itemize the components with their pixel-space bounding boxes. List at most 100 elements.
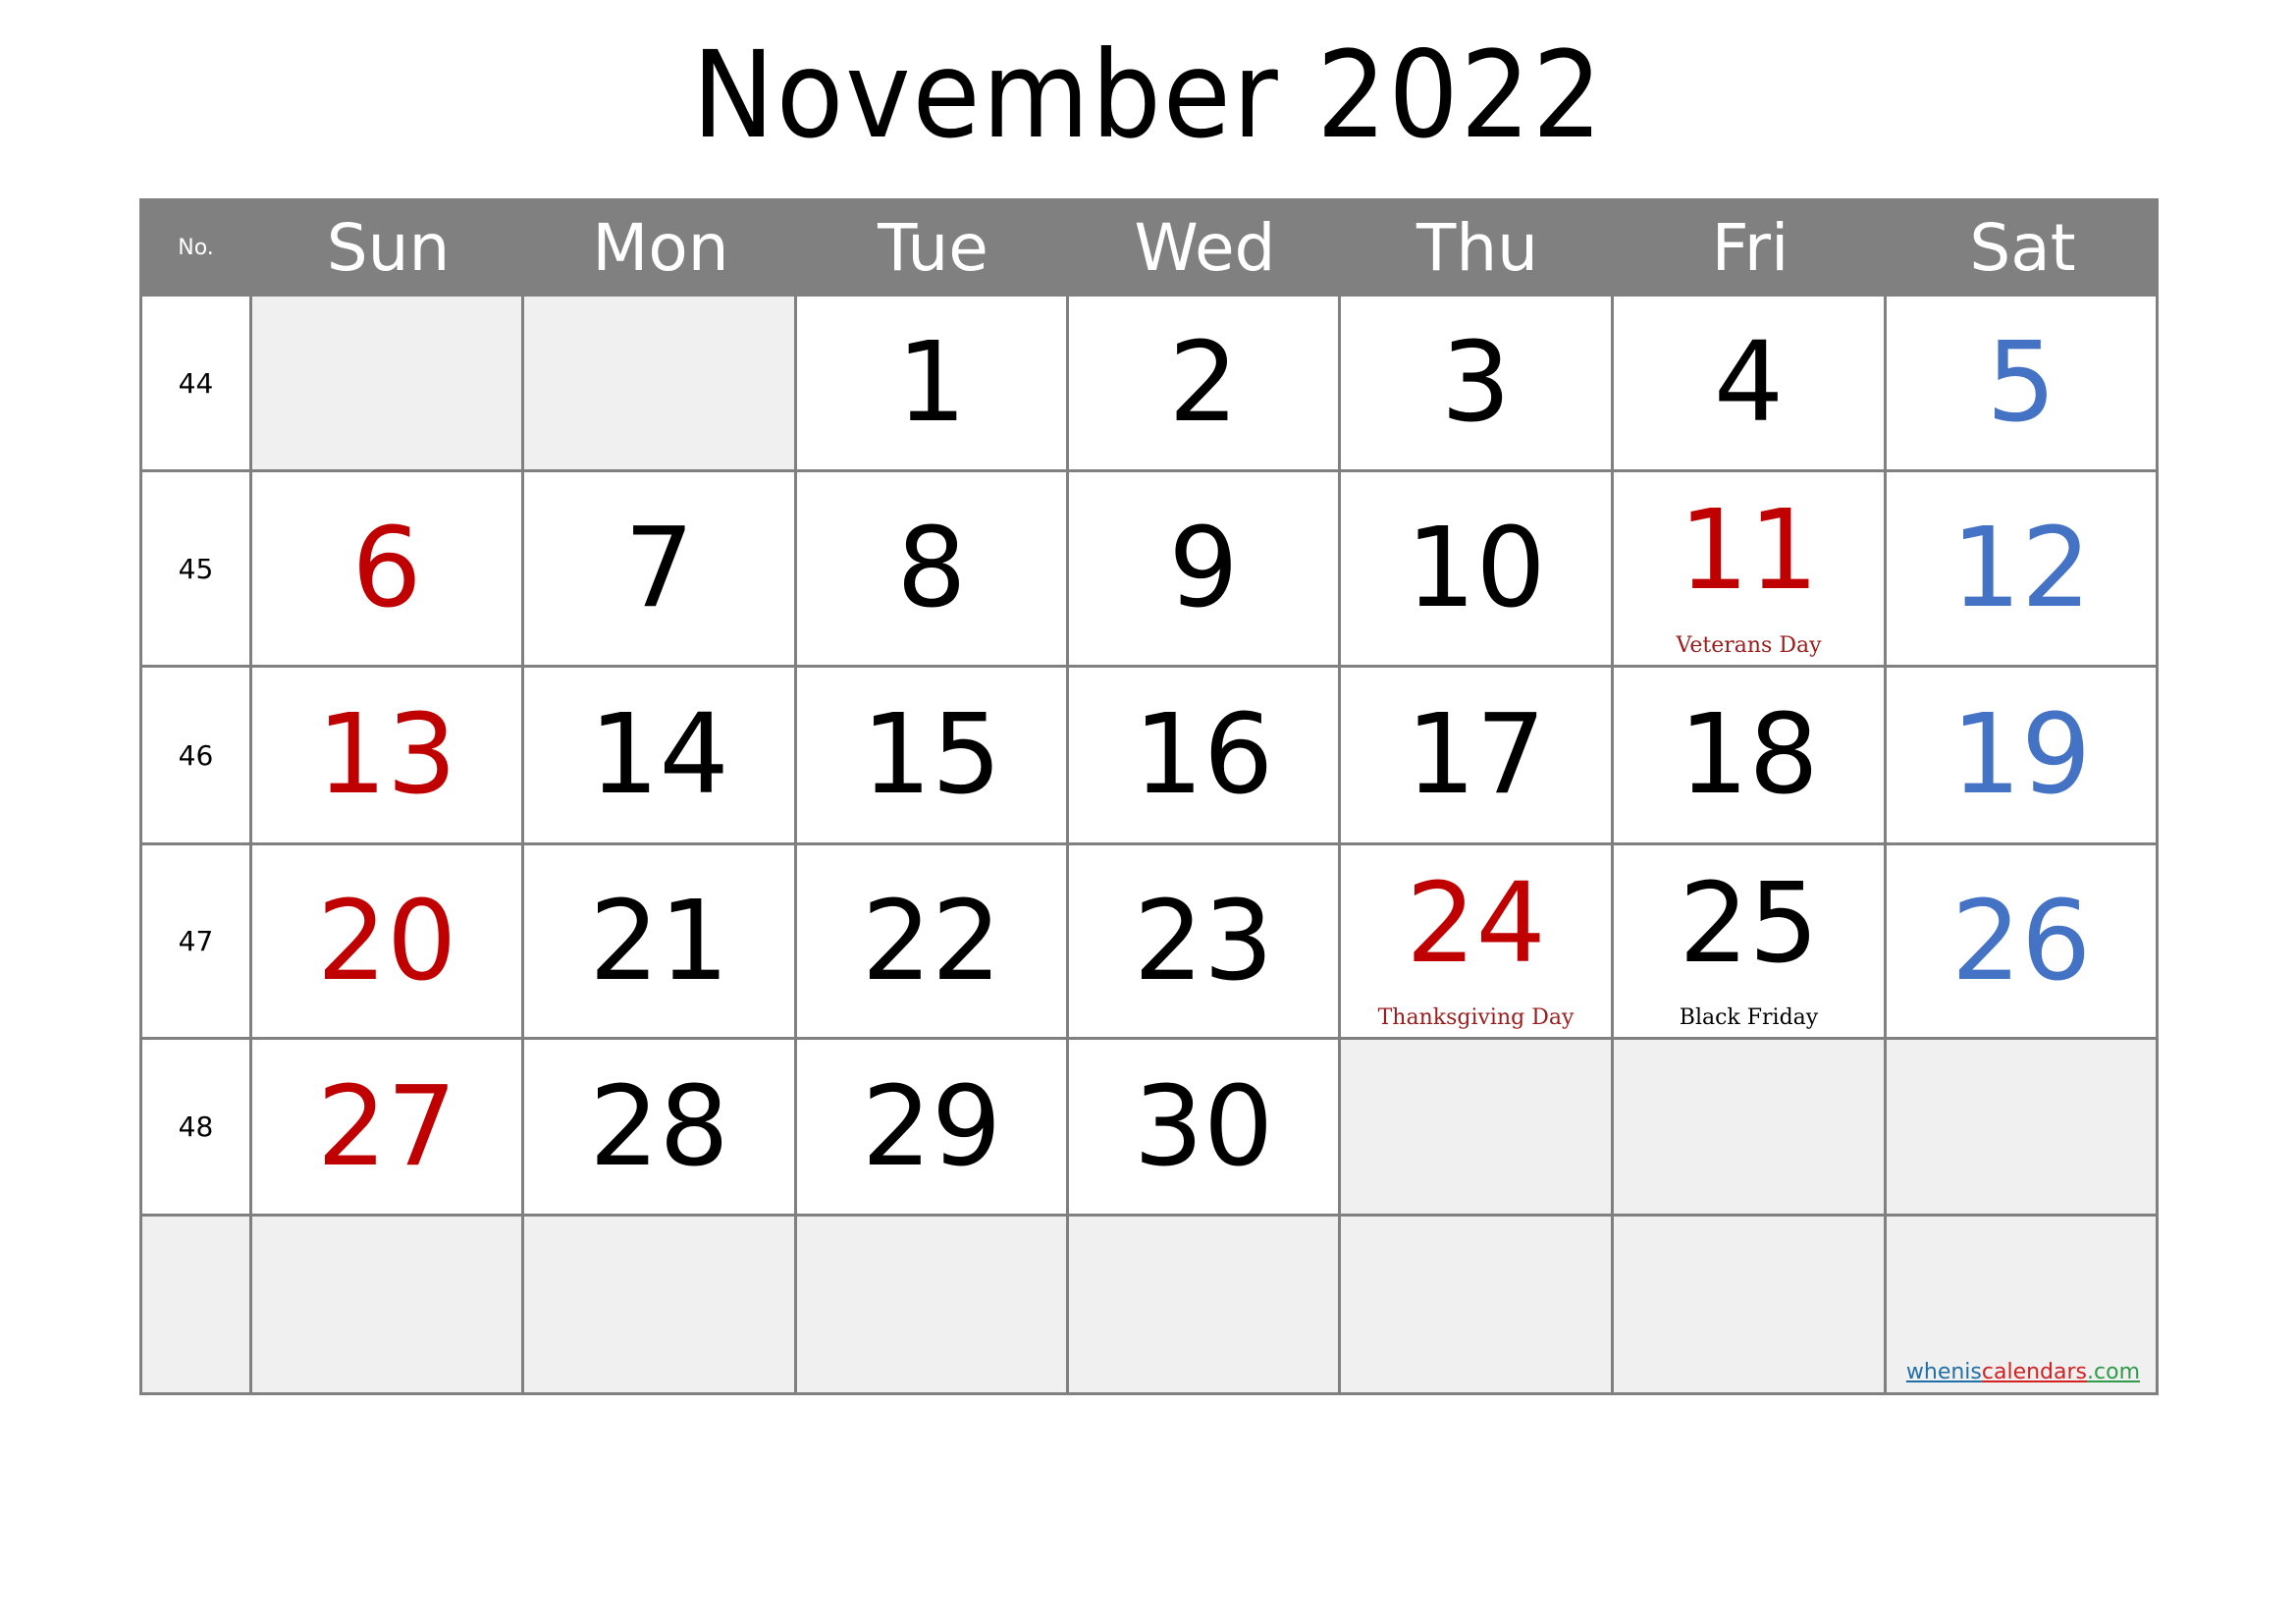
day-number: 4: [1713, 319, 1785, 447]
day-cell[interactable]: 23: [1069, 845, 1341, 1040]
day-number: 24: [1406, 859, 1546, 988]
day-cell[interactable]: 17: [1341, 668, 1614, 845]
day-cell[interactable]: 29: [797, 1040, 1069, 1217]
day-number: 5: [1986, 319, 2056, 447]
day-cell[interactable]: 5: [1887, 297, 2159, 472]
empty-day-cell: [1341, 1040, 1614, 1217]
day-cell[interactable]: 10: [1341, 472, 1614, 668]
day-number: 10: [1406, 505, 1546, 632]
calendar-grid: 44 1 2 3 4 5 45 6 7 8 9 10 11 Veterans Day 12 46 13 14 15 1…: [139, 297, 2159, 1395]
day-number: 11: [1679, 487, 1819, 615]
week-number-cell: 48: [139, 1040, 252, 1217]
weekday-mon: Mon: [592, 209, 729, 286]
day-cell[interactable]: 15: [797, 668, 1069, 845]
day-number: 25: [1679, 859, 1819, 988]
day-cell[interactable]: 14: [524, 668, 797, 845]
empty-day-cell: [1887, 1040, 2159, 1217]
day-number: 30: [1133, 1062, 1274, 1191]
day-number: 3: [1440, 319, 1512, 447]
weekday-sun: Sun: [326, 209, 451, 286]
day-number: 26: [1950, 877, 2092, 1005]
day-cell[interactable]: 24 Thanksgiving Day: [1341, 845, 1614, 1040]
weekday-tue: Tue: [878, 209, 988, 286]
empty-day-cell: [252, 297, 524, 472]
holiday-label: Black Friday: [1679, 1005, 1819, 1030]
week-number: 46: [178, 738, 214, 772]
empty-day-cell: [1069, 1217, 1341, 1395]
weekday-thu: Thu: [1416, 209, 1538, 286]
day-number: 27: [316, 1062, 457, 1191]
day-cell[interactable]: 28: [524, 1040, 797, 1217]
empty-day-cell: [524, 297, 797, 472]
day-number: 1: [896, 319, 967, 447]
empty-day-cell: [252, 1217, 524, 1395]
day-number: 6: [351, 505, 422, 632]
day-cell[interactable]: 26: [1887, 845, 2159, 1040]
day-number: 14: [589, 691, 729, 819]
weekday-fri: Fri: [1711, 209, 1789, 286]
watermark-part: .com: [2087, 1360, 2140, 1384]
day-cell[interactable]: 18: [1614, 668, 1887, 845]
day-cell[interactable]: 4: [1614, 297, 1887, 472]
day-cell[interactable]: 21: [524, 845, 797, 1040]
watermark-part: whenis: [1905, 1360, 1982, 1384]
week-number-cell: 45: [139, 472, 252, 668]
day-cell[interactable]: 2: [1069, 297, 1341, 472]
empty-day-cell: [524, 1217, 797, 1395]
empty-day-cell: wheniscalendars.com: [1887, 1217, 2159, 1395]
day-cell[interactable]: 9: [1069, 472, 1341, 668]
day-number: 17: [1406, 691, 1546, 819]
holiday-label: Thanksgiving Day: [1377, 1005, 1575, 1030]
day-cell[interactable]: 8: [797, 472, 1069, 668]
day-number: 2: [1168, 319, 1239, 447]
watermark-link[interactable]: wheniscalendars.com: [1906, 1360, 2140, 1384]
day-cell[interactable]: 12: [1887, 472, 2159, 668]
day-number: 7: [623, 505, 695, 632]
day-number: 8: [896, 505, 967, 632]
day-cell[interactable]: 20: [252, 845, 524, 1040]
day-number: 29: [861, 1062, 1002, 1191]
day-number: 15: [861, 691, 1002, 819]
day-cell[interactable]: 1: [797, 297, 1069, 472]
day-number: 28: [589, 1062, 729, 1191]
weekday-sat: Sat: [1969, 209, 2076, 286]
day-number: 19: [1950, 691, 2092, 819]
day-cell[interactable]: 25 Black Friday: [1614, 845, 1887, 1040]
week-number: 44: [178, 366, 214, 400]
day-cell[interactable]: 7: [524, 472, 797, 668]
empty-day-cell: [1614, 1040, 1887, 1217]
empty-day-cell: [1614, 1217, 1887, 1395]
day-cell[interactable]: 13: [252, 668, 524, 845]
week-number-cell: 47: [139, 845, 252, 1040]
week-number-cell: [139, 1217, 252, 1395]
day-number: 21: [589, 877, 729, 1005]
day-number: 22: [861, 877, 1002, 1005]
day-number: 13: [316, 691, 457, 819]
week-number-cell: 46: [139, 668, 252, 845]
week-number: 47: [178, 925, 214, 957]
day-cell[interactable]: 27: [252, 1040, 524, 1217]
day-cell[interactable]: 30: [1069, 1040, 1341, 1217]
day-cell[interactable]: 19: [1887, 668, 2159, 845]
week-number: 48: [178, 1110, 214, 1143]
empty-day-cell: [797, 1217, 1069, 1395]
day-number: 16: [1133, 691, 1274, 819]
week-number-header: No.: [178, 235, 214, 260]
week-number: 45: [178, 552, 214, 585]
day-number: 18: [1679, 691, 1819, 819]
day-cell[interactable]: 6: [252, 472, 524, 668]
day-number: 12: [1950, 505, 2092, 632]
calendar-title: November 2022: [691, 26, 1605, 165]
day-number: 23: [1133, 877, 1274, 1005]
day-cell[interactable]: 22: [797, 845, 1069, 1040]
day-cell[interactable]: 11 Veterans Day: [1614, 472, 1887, 668]
day-cell[interactable]: 3: [1341, 297, 1614, 472]
weekday-wed: Wed: [1134, 209, 1276, 286]
weekday-header: No. Sun Mon Tue Wed Thu Fri Sat: [139, 198, 2159, 297]
week-number-cell: 44: [139, 297, 252, 472]
watermark-part: calendars: [1981, 1360, 2088, 1384]
day-number: 9: [1168, 505, 1239, 632]
day-number: 20: [316, 877, 457, 1005]
holiday-label: Veterans Day: [1676, 633, 1822, 658]
day-cell[interactable]: 16: [1069, 668, 1341, 845]
